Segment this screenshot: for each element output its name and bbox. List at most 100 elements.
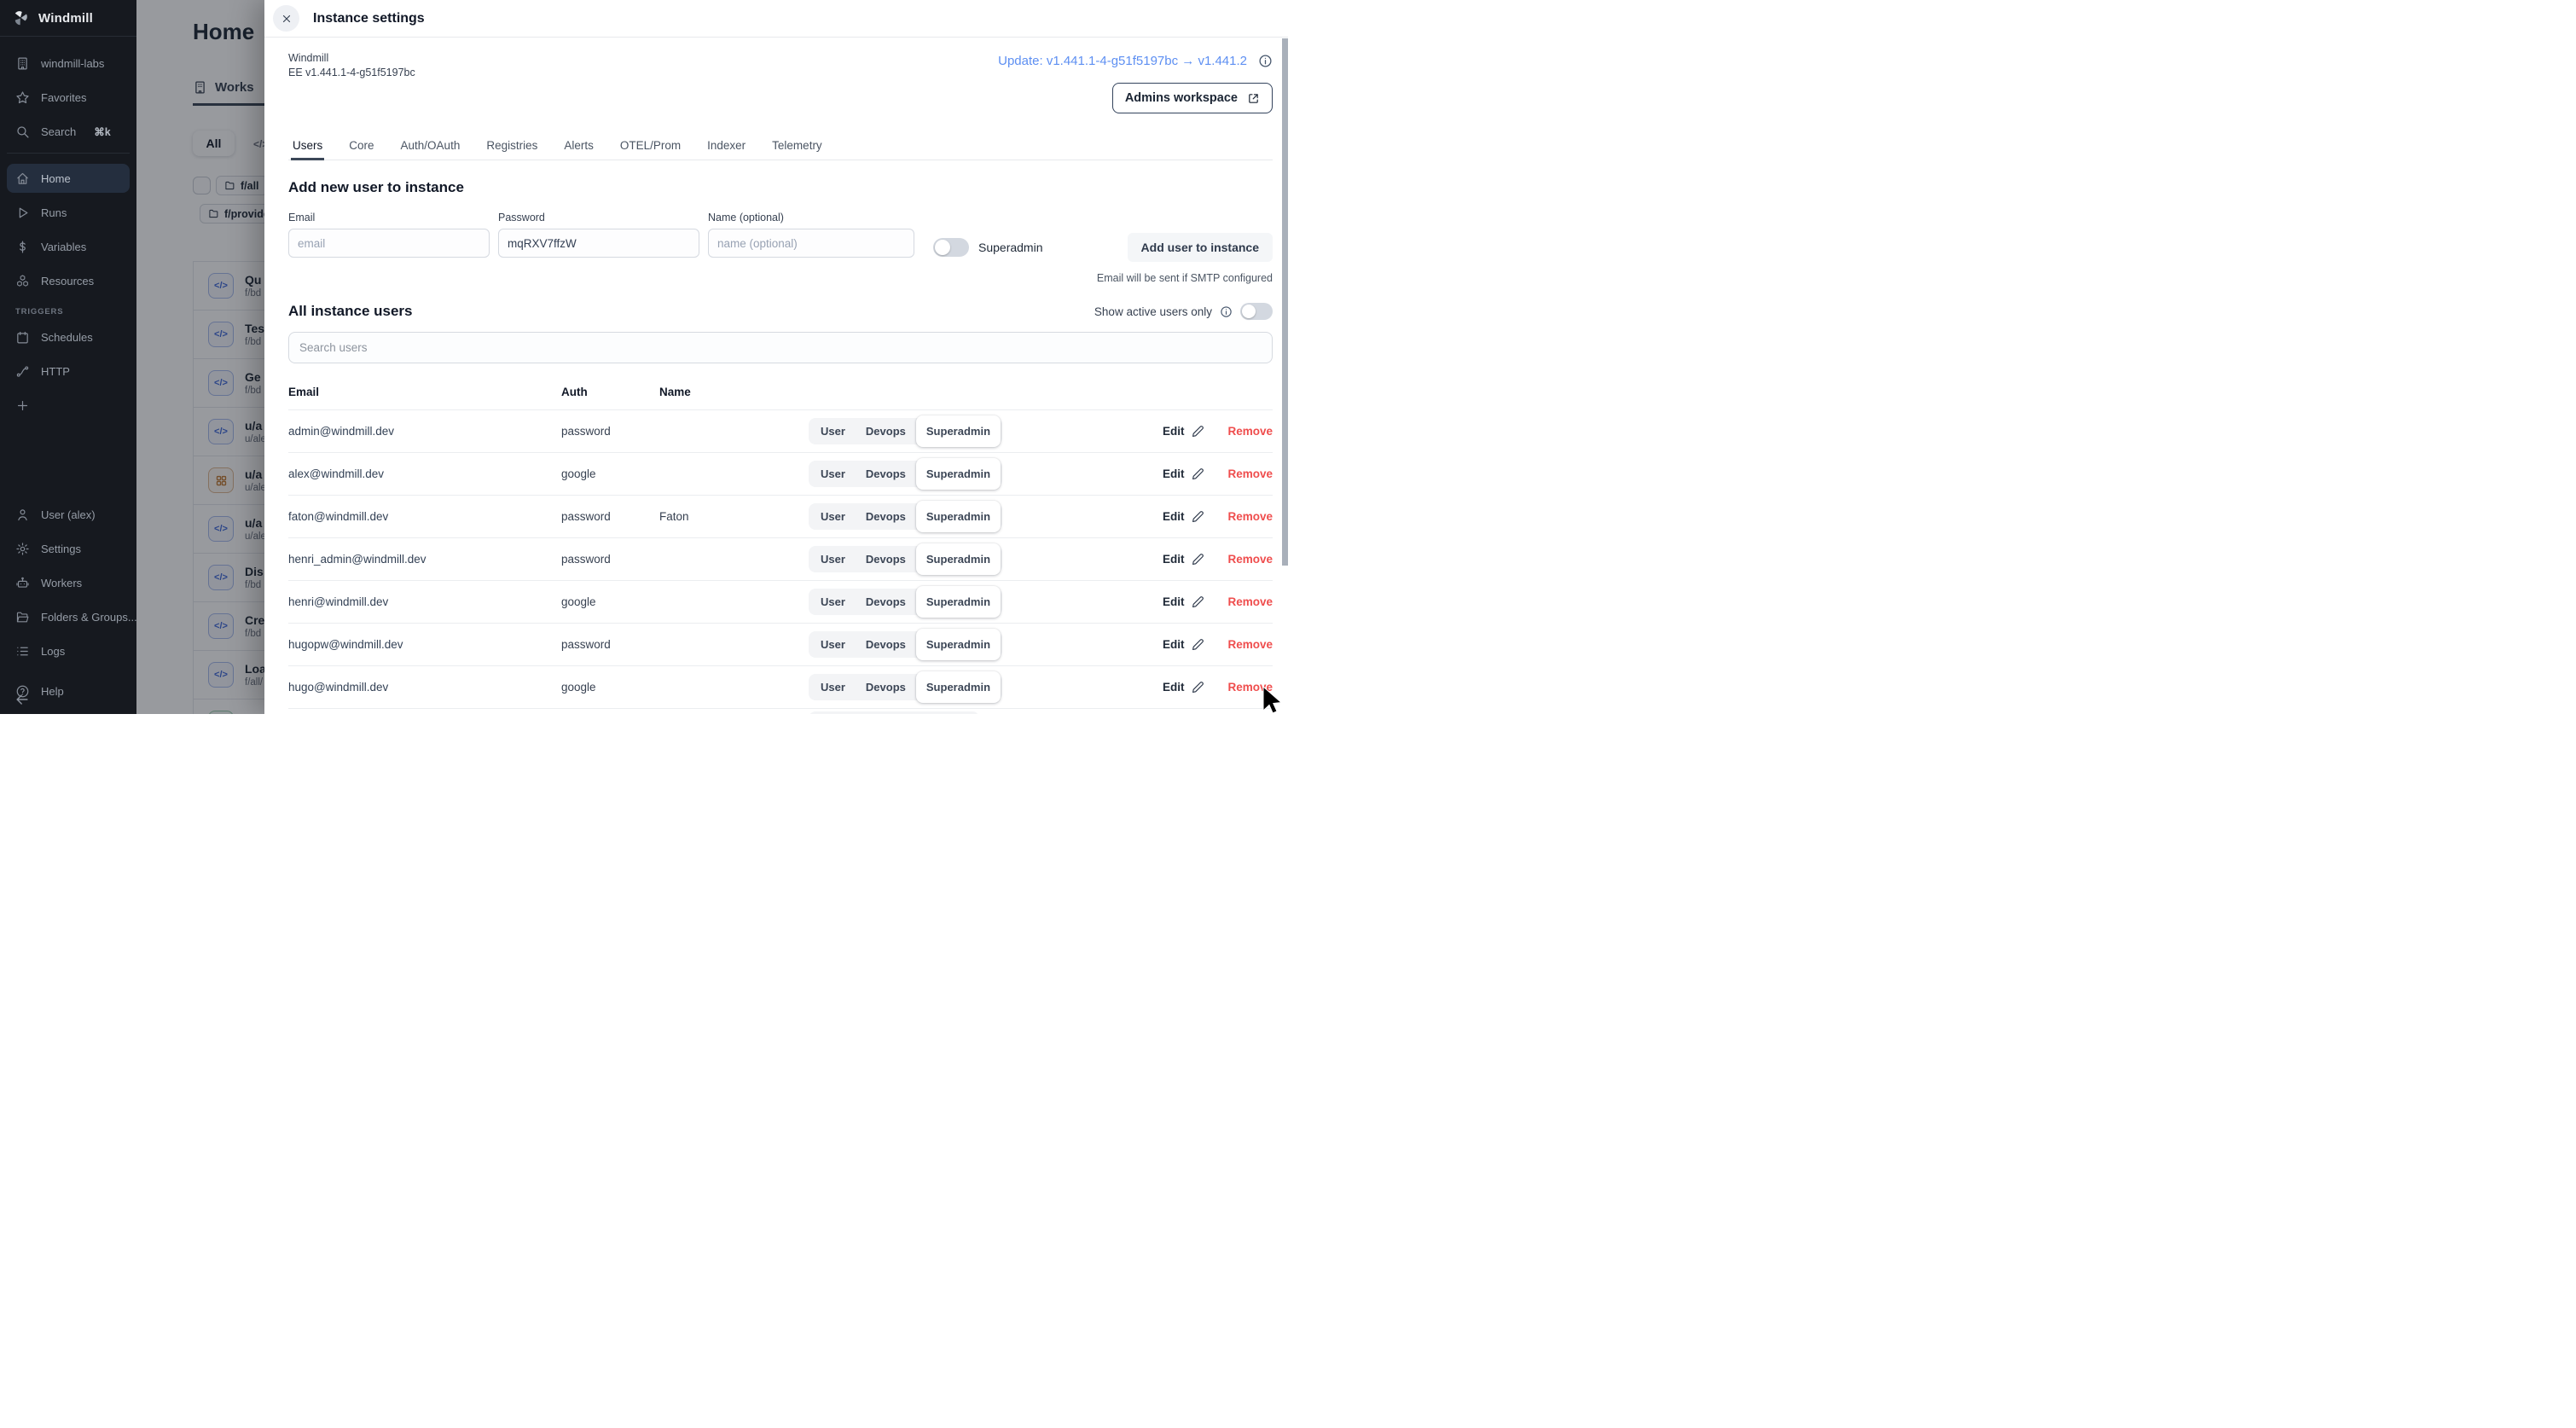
- role-selector[interactable]: User Devops Superadmin: [809, 674, 1002, 700]
- role-devops-button[interactable]: Devops: [856, 503, 916, 530]
- tab-indexer[interactable]: Indexer: [705, 134, 747, 160]
- tab-users[interactable]: Users: [291, 134, 324, 160]
- user-email: alex@windmill.dev: [288, 467, 561, 480]
- sidebar-item-label: Resources: [41, 275, 94, 287]
- show-active-toggle[interactable]: [1240, 303, 1273, 320]
- pencil-icon[interactable]: [1192, 595, 1204, 608]
- sidebar-item-favorites[interactable]: Favorites: [7, 83, 130, 112]
- sidebar-divider: [7, 153, 130, 154]
- pencil-icon[interactable]: [1192, 681, 1204, 694]
- tab-core[interactable]: Core: [347, 134, 375, 160]
- role-devops-button[interactable]: Devops: [856, 546, 916, 572]
- sidebar-item-logs[interactable]: Logs: [7, 636, 130, 665]
- sidebar-item-workspace[interactable]: windmill-labs: [7, 49, 130, 78]
- role-selector[interactable]: User Devops Superadmin: [809, 418, 1002, 444]
- role-user-button[interactable]: User: [810, 589, 856, 615]
- tab-auth-oauth[interactable]: Auth/OAuth: [399, 134, 462, 160]
- role-user-button[interactable]: User: [810, 503, 856, 530]
- sidebar-item-search[interactable]: Search ⌘k: [7, 117, 130, 146]
- role-selector[interactable]: User Devops Superadmin: [809, 546, 1002, 572]
- play-icon: [15, 206, 30, 220]
- sidebar-item-http[interactable]: HTTP: [7, 357, 130, 386]
- role-devops-button[interactable]: Devops: [856, 589, 916, 615]
- remove-button[interactable]: Remove: [1227, 553, 1273, 566]
- edit-button[interactable]: Edit: [1163, 681, 1185, 694]
- info-icon[interactable]: [1258, 54, 1273, 68]
- pencil-icon[interactable]: [1192, 510, 1204, 523]
- close-button[interactable]: [273, 5, 299, 32]
- edit-button[interactable]: Edit: [1163, 425, 1185, 438]
- user-auth: password: [561, 553, 659, 566]
- remove-button[interactable]: Remove: [1227, 467, 1273, 480]
- superadmin-toggle[interactable]: [933, 238, 969, 257]
- role-devops-button[interactable]: Devops: [856, 631, 916, 658]
- scrollbar-thumb[interactable]: [1282, 38, 1288, 566]
- sidebar-item-settings[interactable]: Settings: [7, 534, 130, 563]
- tab-registries[interactable]: Registries: [484, 134, 539, 160]
- role-superadmin-button[interactable]: Superadmin: [916, 543, 1001, 575]
- role-superadmin-button[interactable]: Superadmin: [916, 629, 1001, 660]
- collapse-sidebar-button[interactable]: [14, 691, 31, 712]
- edit-button[interactable]: Edit: [1163, 595, 1185, 608]
- update-link[interactable]: Update: v1.441.1-4-g51f5197bc → v1.441.2: [998, 54, 1247, 68]
- sidebar-item-label: Help: [41, 685, 64, 698]
- role-superadmin-button[interactable]: Superadmin: [916, 671, 1001, 703]
- admins-workspace-button[interactable]: Admins workspace: [1112, 83, 1273, 113]
- add-user-button[interactable]: Add user to instance: [1128, 233, 1273, 262]
- sidebar-item-home[interactable]: Home: [7, 164, 130, 193]
- sidebar-logo-row[interactable]: Windmill: [0, 0, 136, 37]
- password-field[interactable]: [498, 229, 699, 258]
- role-superadmin-button[interactable]: Superadmin: [916, 415, 1001, 447]
- role-selector[interactable]: User Devops Superadmin: [809, 503, 1002, 530]
- tab-otel-prom[interactable]: OTEL/Prom: [618, 134, 682, 160]
- user-email: faton@windmill.dev: [288, 510, 561, 523]
- edit-button[interactable]: Edit: [1163, 467, 1185, 480]
- add-trigger-button[interactable]: [7, 391, 130, 420]
- remove-button[interactable]: Remove: [1227, 638, 1273, 651]
- tab-alerts[interactable]: Alerts: [562, 134, 595, 160]
- sidebar-item-variables[interactable]: Variables: [7, 232, 130, 261]
- calendar-icon: [15, 330, 30, 345]
- role-superadmin-button[interactable]: Superadmin: [916, 458, 1001, 490]
- role-superadmin-button[interactable]: Superadmin: [916, 501, 1001, 532]
- drawer-scrollbar[interactable]: [1282, 38, 1288, 714]
- sidebar-item-folders-groups[interactable]: Folders & Groups...: [7, 602, 130, 631]
- remove-button[interactable]: Remove: [1227, 595, 1273, 608]
- name-field[interactable]: [708, 229, 914, 258]
- pencil-icon[interactable]: [1192, 553, 1204, 566]
- role-selector[interactable]: User Devops Superadmin: [809, 461, 1002, 487]
- info-icon[interactable]: [1220, 305, 1233, 318]
- sidebar-item-workers[interactable]: Workers: [7, 568, 130, 597]
- user-auth: password: [561, 425, 659, 438]
- sidebar-item-user[interactable]: User (alex): [7, 500, 130, 529]
- role-user-button[interactable]: User: [810, 631, 856, 658]
- edit-button[interactable]: Edit: [1163, 510, 1185, 523]
- tab-telemetry[interactable]: Telemetry: [770, 134, 824, 160]
- edit-button[interactable]: Edit: [1163, 553, 1185, 566]
- role-selector[interactable]: User Devops Superadmin: [809, 631, 1002, 658]
- sidebar-item-label: User (alex): [41, 508, 96, 521]
- search-users-input[interactable]: [288, 332, 1273, 363]
- email-field[interactable]: [288, 229, 490, 258]
- role-devops-button[interactable]: Devops: [856, 418, 916, 444]
- edit-button[interactable]: Edit: [1163, 638, 1185, 651]
- role-user-button[interactable]: User: [810, 546, 856, 572]
- sidebar-item-schedules[interactable]: Schedules: [7, 322, 130, 351]
- remove-button[interactable]: Remove: [1227, 425, 1273, 438]
- role-user-button[interactable]: User: [810, 461, 856, 487]
- role-devops-button[interactable]: Devops: [856, 461, 916, 487]
- role-user-button[interactable]: User: [810, 674, 856, 700]
- sidebar-item-runs[interactable]: Runs: [7, 198, 130, 227]
- pencil-icon[interactable]: [1192, 425, 1204, 438]
- role-superadmin-button[interactable]: Superadmin: [916, 586, 1001, 618]
- sidebar-item-label: Workers: [41, 577, 82, 589]
- sidebar: Windmill windmill-labs Favorites Search …: [0, 0, 136, 714]
- sidebar-item-resources[interactable]: Resources: [7, 266, 130, 295]
- role-devops-button[interactable]: Devops: [856, 674, 916, 700]
- remove-button[interactable]: Remove: [1227, 510, 1273, 523]
- role-user-button[interactable]: User: [810, 418, 856, 444]
- sidebar-item-label: HTTP: [41, 365, 70, 378]
- role-selector[interactable]: User Devops Superadmin: [809, 589, 1002, 615]
- pencil-icon[interactable]: [1192, 467, 1204, 480]
- pencil-icon[interactable]: [1192, 638, 1204, 651]
